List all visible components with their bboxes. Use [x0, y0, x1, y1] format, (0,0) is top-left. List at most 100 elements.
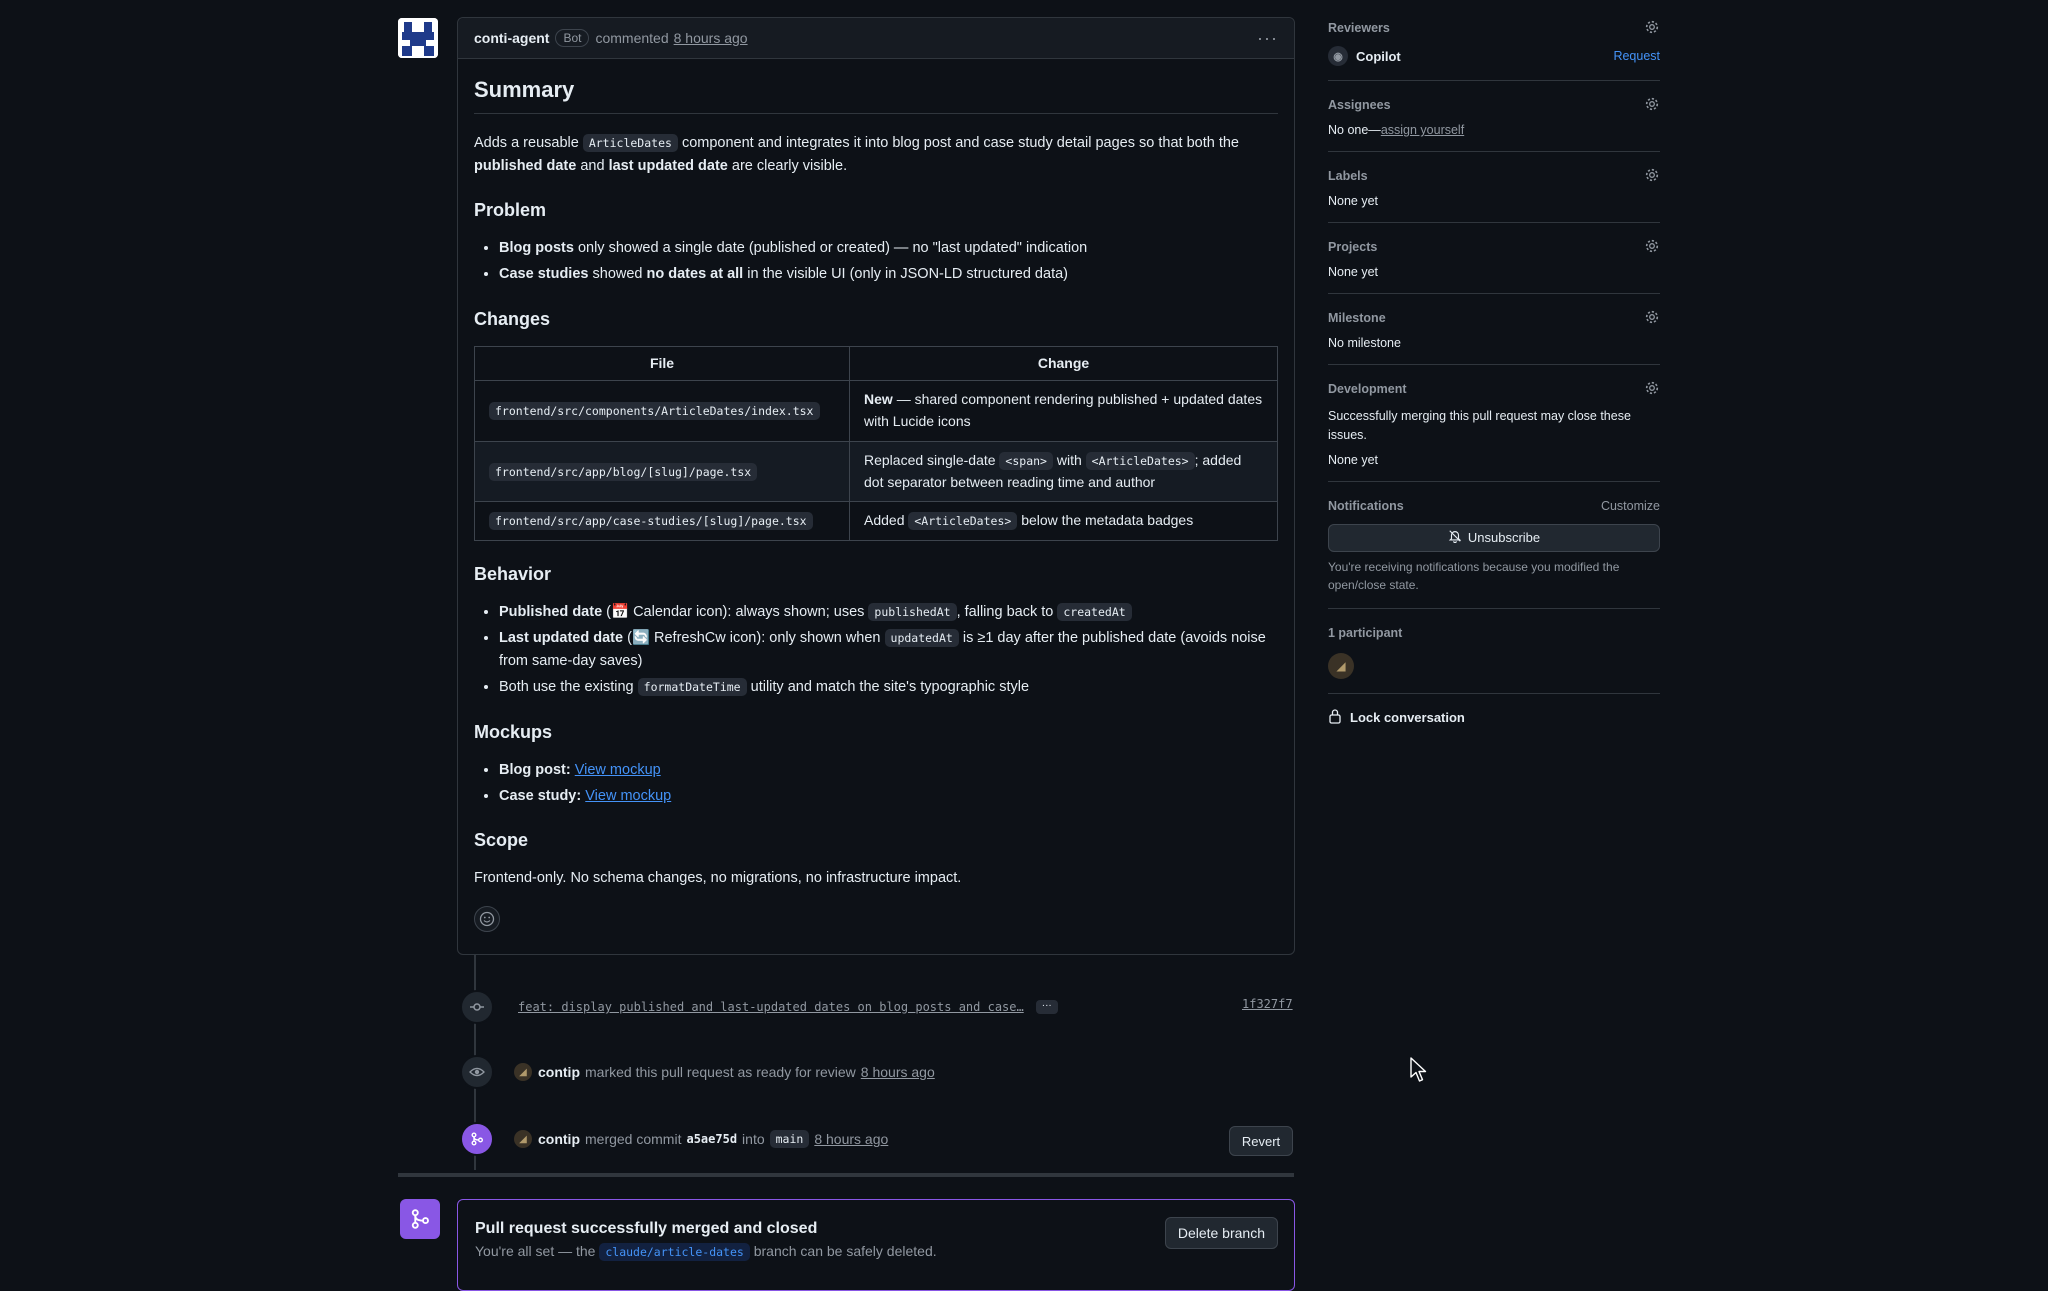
timeline-ready-for-review: ◢ contip marked this pull request as rea…	[460, 1055, 935, 1089]
comment-author[interactable]: conti-agent	[474, 30, 549, 46]
change-bold: New	[864, 391, 893, 408]
list-item: Both use the existing formatDateTime uti…	[499, 676, 1278, 698]
gear-icon[interactable]	[1644, 309, 1660, 328]
revert-button[interactable]: Revert	[1229, 1126, 1293, 1156]
timeline-commit: feat: display published and last-updated…	[460, 990, 1058, 1024]
behavior-code: updatedAt	[884, 629, 959, 648]
copilot-icon: ◉	[1328, 46, 1348, 66]
unsubscribe-button[interactable]: Unsubscribe	[1328, 523, 1660, 552]
user-avatar[interactable]: ◢	[514, 1130, 532, 1148]
scope-text: Frontend-only. No schema changes, no mig…	[474, 870, 962, 887]
sidebar-participants: 1 participant ◢	[1328, 623, 1660, 694]
ready-time[interactable]: 8 hours ago	[861, 1064, 935, 1080]
ready-user[interactable]: contip	[538, 1064, 580, 1080]
change-text: with	[1056, 451, 1082, 468]
change-code: <ArticleDates>	[1085, 451, 1195, 470]
changes-heading: Changes	[474, 308, 551, 329]
labels-label: Labels	[1328, 169, 1368, 183]
behavior-text: , falling back to	[956, 603, 1054, 620]
gear-icon[interactable]	[1644, 167, 1660, 186]
view-mockup-link[interactable]: View mockup	[575, 762, 661, 778]
gear-icon[interactable]	[1644, 19, 1660, 38]
assign-yourself-link[interactable]: assign yourself	[1381, 123, 1464, 137]
mockup-label: Blog post	[499, 761, 566, 778]
comment-menu-kebab-icon[interactable]: ···	[1257, 28, 1278, 49]
sidebar-milestone: Milestone No milestone	[1328, 308, 1660, 365]
behavior-heading: Behavior	[474, 563, 552, 584]
gear-icon[interactable]	[1644, 238, 1660, 257]
behavior-bold: Last updated date	[499, 630, 624, 647]
notifications-reason: You're receiving notifications because y…	[1328, 559, 1620, 592]
merge-branch[interactable]: main	[769, 1130, 810, 1148]
projects-value: None yet	[1328, 265, 1379, 279]
merged-sub-text: branch can be safely deleted.	[753, 1243, 937, 1259]
merge-time[interactable]: 8 hours ago	[814, 1131, 888, 1147]
milestone-label: Milestone	[1328, 311, 1386, 325]
view-mockup-link[interactable]: View mockup	[585, 788, 671, 804]
merged-sub-text: You're all set — the	[475, 1243, 596, 1259]
commit-icon	[460, 990, 494, 1024]
behavior-code: createdAt	[1057, 602, 1132, 621]
summary-and: and	[580, 157, 605, 174]
lock-label: Lock conversation	[1350, 709, 1465, 725]
reviewer-name[interactable]: Copilot	[1356, 49, 1401, 64]
change-text: Added	[864, 512, 905, 529]
file-path-code: frontend/src/app/blog/[slug]/page.tsx	[489, 462, 758, 481]
commit-sha-link[interactable]: 1f327f7	[1242, 997, 1293, 1011]
gear-icon[interactable]	[1644, 380, 1660, 399]
file-path-code: frontend/src/app/case-studies/[slug]/pag…	[489, 512, 813, 531]
merge-text: merged commit	[585, 1131, 682, 1147]
table-cell-change: New — shared component rendering publish…	[849, 380, 1278, 442]
behavior-text: Both use the existing	[499, 679, 634, 696]
summary-text-3: are clearly visible.	[731, 157, 848, 174]
summary-paragraph: Adds a reusable ArticleDates component a…	[474, 132, 1278, 177]
participant-avatar[interactable]: ◢	[1328, 652, 1354, 679]
bot-badge: Bot	[555, 29, 590, 47]
behavior-text: (🔄 RefreshCw icon): only shown when	[627, 630, 881, 647]
sidebar-projects: Projects None yet	[1328, 237, 1660, 294]
delete-branch-button[interactable]: Delete branch	[1164, 1217, 1278, 1249]
customize-link[interactable]: Customize	[1601, 499, 1660, 513]
comment-header: conti-agent Bot commented 8 hours ago ··…	[458, 18, 1294, 59]
add-reaction-smiley-icon[interactable]	[474, 905, 500, 932]
table-row: frontend/src/app/case-studies/[slug]/pag…	[474, 501, 1278, 541]
commit-message-link[interactable]: feat: display published and last-updated…	[518, 1000, 1024, 1014]
sidebar-labels: Labels None yet	[1328, 166, 1660, 223]
table-cell-file: frontend/src/app/blog/[slug]/page.tsx	[474, 440, 850, 503]
request-review-link[interactable]: Request	[1613, 49, 1660, 63]
behavior-text: (📅 Calendar icon): always shown; uses	[606, 603, 865, 620]
comment-time[interactable]: 8 hours ago	[674, 30, 748, 46]
reviewer-row: ◉ Copilot Request	[1328, 46, 1660, 66]
table-cell-file: frontend/src/app/case-studies/[slug]/pag…	[474, 501, 850, 541]
sidebar-reviewers: Reviewers ◉ Copilot Request	[1328, 18, 1660, 81]
merge-commit-sha[interactable]: a5ae75d	[686, 1132, 737, 1146]
sidebar-assignees: Assignees No one—assign yourself	[1328, 95, 1660, 152]
change-code: <ArticleDates>	[908, 512, 1018, 531]
change-code: <span>	[999, 451, 1053, 470]
summary-code: ArticleDates	[582, 134, 678, 153]
problem-heading: Problem	[474, 200, 547, 221]
behavior-bold: Published date	[499, 603, 603, 620]
problem-text: only showed a single date (published or …	[577, 239, 1088, 256]
table-header-change: Change	[849, 345, 1278, 382]
list-item: Case studies showed no dates at all in t…	[499, 263, 1278, 285]
problem-bold: Case studies	[499, 266, 589, 283]
mockups-list: Blog post: View mockup Case study: View …	[474, 759, 1278, 808]
bot-avatar[interactable]	[398, 18, 438, 58]
comment-body: Summary Adds a reusable ArticleDates com…	[458, 59, 1294, 932]
summary-bold-1: published date	[474, 157, 577, 174]
merge-user[interactable]: contip	[538, 1131, 580, 1147]
branch-name[interactable]: claude/article-dates	[599, 1243, 750, 1261]
lock-conversation-button[interactable]: Lock conversation	[1328, 708, 1660, 727]
problem-bold: no dates at all	[646, 266, 744, 283]
user-avatar[interactable]: ◢	[514, 1063, 532, 1081]
list-item: Blog post: View mockup	[499, 759, 1278, 781]
labels-value: None yet	[1328, 194, 1379, 208]
comment-action: commented	[595, 30, 669, 46]
summary-bold-2: last updated date	[608, 157, 728, 174]
commit-expand-button[interactable]: ···	[1035, 1000, 1058, 1014]
problem-bold: Blog posts	[499, 239, 574, 256]
gear-icon[interactable]	[1644, 96, 1660, 115]
problem-list: Blog posts only showed a single date (pu…	[474, 237, 1278, 286]
table-row: frontend/src/app/blog/[slug]/page.tsx Re…	[474, 440, 1278, 503]
